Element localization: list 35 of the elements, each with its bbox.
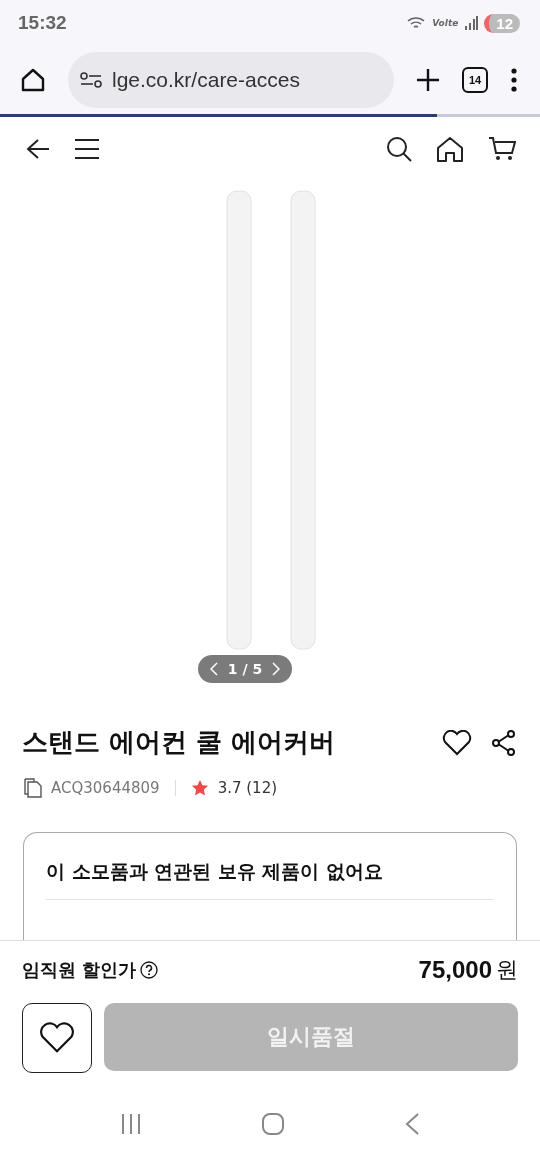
chevron-right-icon[interactable]	[272, 662, 281, 676]
currency-unit: 원	[496, 956, 518, 984]
share-icon[interactable]	[492, 729, 516, 756]
copy-icon[interactable]	[24, 778, 42, 798]
site-settings-icon[interactable]	[80, 71, 102, 89]
product-title: 스탠드 에어컨 쿨 에어커버	[22, 726, 337, 759]
more-icon[interactable]	[510, 68, 518, 92]
search-icon[interactable]	[386, 136, 412, 162]
recent-apps-icon[interactable]	[119, 1113, 142, 1135]
cart-icon[interactable]	[488, 136, 516, 162]
network-label: Volte	[432, 18, 459, 28]
menu-icon[interactable]	[74, 138, 100, 160]
wifi-icon	[406, 15, 427, 31]
star-icon	[190, 779, 209, 797]
price-label: 임직원 할인가	[22, 958, 137, 982]
address-bar[interactable]: lge.co.kr/care-acces	[68, 52, 394, 108]
home-icon[interactable]	[436, 136, 464, 162]
heart-icon[interactable]	[39, 1022, 75, 1054]
home-button-icon[interactable]	[261, 1112, 285, 1136]
heart-icon[interactable]	[442, 729, 472, 756]
battery-indicator: 12	[484, 13, 520, 33]
image-pager[interactable]: 1 / 5	[197, 655, 293, 683]
wishlist-button[interactable]	[22, 1003, 92, 1073]
help-icon[interactable]	[140, 961, 159, 979]
plus-icon[interactable]	[416, 68, 440, 92]
home-icon[interactable]	[20, 67, 46, 93]
rating-text: 3.7 (12)	[217, 779, 278, 797]
signal-icon	[464, 16, 479, 30]
price-value: 75,000	[418, 956, 492, 984]
status-time: 15:32	[18, 12, 67, 34]
chevron-left-icon[interactable]	[209, 662, 218, 676]
back-icon[interactable]	[26, 138, 50, 160]
model-number: ACQ30644809	[51, 779, 160, 797]
card-title: 이 소모품과 연관된 보유 제품이 없어요	[46, 859, 385, 884]
tab-count-button[interactable]: 14	[462, 67, 488, 93]
